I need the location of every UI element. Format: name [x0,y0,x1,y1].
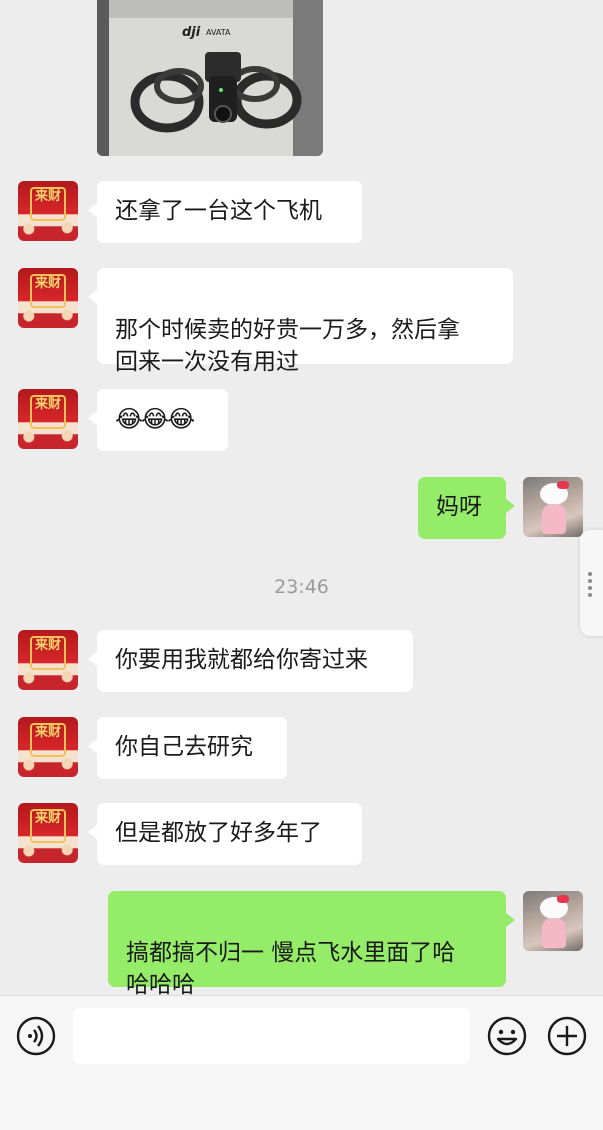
scroll-handle[interactable] [580,530,603,636]
box-brand-text: dji [182,25,201,40]
message-bubble-received[interactable]: 还拿了一台这个飞机 [88,181,362,243]
message-input[interactable] [73,1008,470,1064]
my-avatar[interactable] [523,891,583,951]
photo-message[interactable]: dji AVATA [97,0,323,156]
contact-avatar[interactable]: 来财 [18,268,78,328]
message-bubble-sent[interactable]: 妈呀 [418,477,515,539]
avatar-glyph: 来财 [30,395,66,429]
message-text: 你自己去研究 [115,734,253,760]
message-text: 搞都搞不归一 慢点飞水里面了哈 哈哈哈 [126,940,456,995]
avatar-glyph: 来财 [30,636,66,670]
message-text: 你要用我就都给你寄过来 [115,647,368,673]
message-bubble-received[interactable]: 但是都放了好多年了 [88,803,362,865]
avatar-glyph: 来财 [30,187,66,221]
message-timestamp: 23:46 [274,576,329,598]
message-text: 那个时候卖的好贵一万多，然后拿 回来一次没有用过 [115,317,460,375]
input-bar [0,995,603,1130]
contact-avatar[interactable]: 来财 [18,717,78,777]
message-text: 还拿了一台这个飞机 [115,198,322,224]
message-bubble-received[interactable]: 😂😂😂 [88,389,228,451]
laughing-tears-emoji: 😂😂😂 [115,405,195,433]
message-bubble-received[interactable]: 你要用我就都给你寄过来 [88,630,413,692]
message-text: 妈呀 [436,494,482,520]
contact-avatar[interactable]: 来财 [18,803,78,863]
my-avatar[interactable] [523,477,583,537]
message-bubble-received[interactable]: 你自己去研究 [88,717,287,779]
avatar-glyph: 来财 [30,274,66,308]
message-bubble-received[interactable]: 那个时候卖的好贵一万多，然后拿 回来一次没有用过 [88,268,513,375]
contact-avatar[interactable]: 来财 [18,630,78,690]
contact-avatar[interactable]: 来财 [18,181,78,241]
message-text: 但是都放了好多年了 [115,820,322,846]
message-bubble-sent[interactable]: 搞都搞不归一 慢点飞水里面了哈 哈哈哈 [108,891,515,995]
voice-icon[interactable] [16,1016,56,1056]
contact-avatar[interactable]: 来财 [18,389,78,449]
avatar-glyph: 来财 [30,809,66,843]
avatar-glyph: 来财 [30,723,66,757]
chat-area: dji AVATA 来财 还拿了一台这个飞机 来财 那个时候卖的好贵一万多，然后… [0,0,603,995]
emoji-icon[interactable] [487,1016,527,1056]
plus-icon[interactable] [547,1016,587,1056]
drone-box-photo: dji AVATA [97,0,323,156]
box-product-text: AVATA [206,28,231,37]
